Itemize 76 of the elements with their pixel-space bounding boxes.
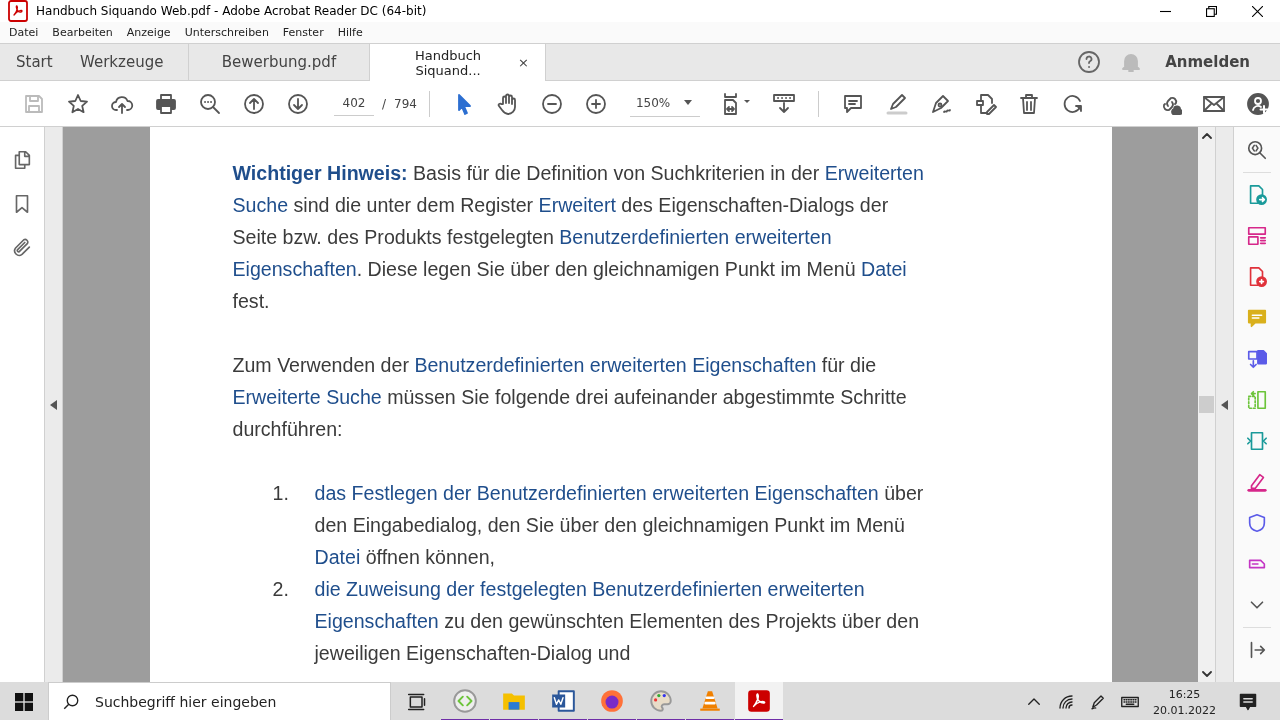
zoom-dropdown[interactable]: 150% — [629, 90, 700, 117]
tab[interactable]: Start — [0, 44, 64, 80]
page-count: 794 — [394, 96, 417, 111]
list-item-text: das Festlegen der Benutzerdefinierten erweiterten Eigenschaften über den Eingabedialog, den Sie über den gleichnamigen Punkt im Menü Datei öffnen können, — [314, 481, 924, 570]
scroll-thumb[interactable] — [1199, 396, 1214, 413]
restore-icon[interactable] — [1205, 5, 1217, 17]
star-icon[interactable] — [66, 91, 90, 116]
link[interactable]: Datei — [314, 546, 361, 568]
search-icon[interactable] — [1246, 139, 1268, 161]
marker-icon[interactable] — [1246, 471, 1268, 493]
link[interactable]: Benutzerdefinierten erweiterten Eigenschaften — [414, 354, 817, 376]
tab[interactable]: Werkzeuge — [64, 44, 189, 80]
word-app-icon — [550, 687, 576, 714]
sign-in-button[interactable]: Anmelden — [1161, 44, 1280, 80]
menu-item[interactable]: Fenster — [275, 26, 331, 39]
taskbar-app[interactable] — [735, 682, 783, 720]
arrow-up-icon[interactable] — [242, 91, 266, 116]
clock-time[interactable]: 16:25 — [1168, 687, 1201, 701]
link[interactable]: Benutzerdefinierten erweiterten — [559, 226, 832, 248]
notification-icon[interactable] — [1238, 692, 1258, 712]
taskbar-search-field[interactable]: Suchbegriff hier eingeben — [48, 682, 391, 720]
pdf-app-icon — [746, 687, 772, 714]
help-icon[interactable] — [1077, 50, 1102, 74]
link[interactable]: die Zuweisung der festgelegten Benutzerdefinierten erweiterten — [314, 578, 865, 600]
list-number: 2. — [271, 577, 290, 602]
window-title: Handbuch Siquando Web.pdf - Adobe Acrobat Reader DC (64-bit) — [36, 4, 428, 18]
scroll-mode-icon[interactable] — [771, 91, 796, 116]
add-user-icon[interactable] — [1246, 91, 1270, 116]
link[interactable]: Suche — [232, 194, 289, 216]
list-number: 1. — [271, 481, 290, 506]
task-view-icon[interactable] — [407, 692, 427, 712]
paragraph: Zum Verwenden der Benutzerdefinierten erweiterten Eigenschaften für die Erweiterte Suche müssen Sie folgende drei aufeinander abgestimmte Schritte durchführen: — [232, 353, 908, 442]
zoom-in-icon[interactable] — [583, 91, 608, 116]
link[interactable]: Eigenschaften — [232, 258, 357, 280]
pen-icon[interactable] — [1089, 693, 1107, 711]
menu-item[interactable]: Datei — [2, 26, 46, 39]
browser-app-icon — [599, 687, 625, 714]
link[interactable]: Erweitert — [538, 194, 616, 216]
collapse-arrow-icon[interactable] — [50, 399, 57, 410]
scroll-down-icon[interactable] — [1201, 670, 1212, 678]
link[interactable]: das Festlegen der Benutzerdefinierten erweiterten Eigenschaften — [314, 482, 879, 504]
layout-icon[interactable] — [1246, 225, 1268, 247]
fit-page-icon[interactable] — [721, 91, 752, 116]
link[interactable]: Datei — [861, 258, 907, 280]
list-item-text: die Zuweisung der festgelegten Benutzerdefinierten erweiterten Eigenschaften zu den gewünschten Elementen des Projekts über den jeweiligen Eigenschaften-Dialog und — [314, 577, 920, 666]
collapse-arrow-icon[interactable] — [1221, 399, 1228, 410]
search-icon[interactable] — [198, 91, 222, 116]
combine-icon[interactable] — [1246, 348, 1268, 370]
menu-item[interactable]: Anzeige — [119, 26, 178, 39]
link[interactable]: Eigenschaften — [314, 610, 439, 632]
zoom-out-icon[interactable] — [539, 91, 564, 116]
arrow-down-icon[interactable] — [286, 91, 310, 116]
clock-date[interactable]: 20.01.2022 — [1153, 703, 1216, 717]
link[interactable]: Erweiterten — [824, 162, 924, 184]
pdf-icon — [6, 0, 30, 23]
highlighter-icon[interactable] — [884, 91, 909, 116]
scan-icon[interactable] — [1246, 430, 1268, 452]
menu-item[interactable]: Unterschreiben — [177, 26, 276, 39]
tab[interactable]: Handbuch Siquand... × — [370, 44, 546, 81]
menu-item[interactable]: Bearbeiten — [45, 26, 120, 39]
close-icon[interactable] — [1251, 5, 1263, 17]
close-tab-icon[interactable]: × — [518, 55, 529, 70]
shield-icon[interactable] — [1246, 512, 1268, 534]
caret-icon[interactable] — [684, 100, 693, 106]
code-app-icon — [452, 687, 478, 714]
windows-start-icon[interactable] — [15, 693, 33, 711]
menu-item[interactable]: Hilfe — [330, 26, 370, 39]
link[interactable]: Wichtiger Hinweis: — [232, 162, 408, 184]
link[interactable]: Erweiterte Suche — [232, 386, 382, 408]
paragraph: Wichtiger Hinweis: Basis für die Definition von Suchkriterien in der Erweiterten Suche sind die unter dem Register Erweitert des Eigenschaften-Dialogs der Seite bzw. des Produkts festgelegten Benutzerdefinierten erweiterten Eigenschaften. Diese legen Sie über den gleichnamigen Punkt im Menü Datei fest. — [232, 161, 925, 314]
scroll-up-icon[interactable] — [1201, 131, 1212, 139]
wifi-icon[interactable] — [1057, 693, 1075, 711]
paperclip-icon[interactable] — [11, 237, 33, 259]
print-icon[interactable] — [154, 91, 178, 116]
page-separator: / — [382, 96, 387, 111]
palette-icon — [648, 687, 674, 714]
